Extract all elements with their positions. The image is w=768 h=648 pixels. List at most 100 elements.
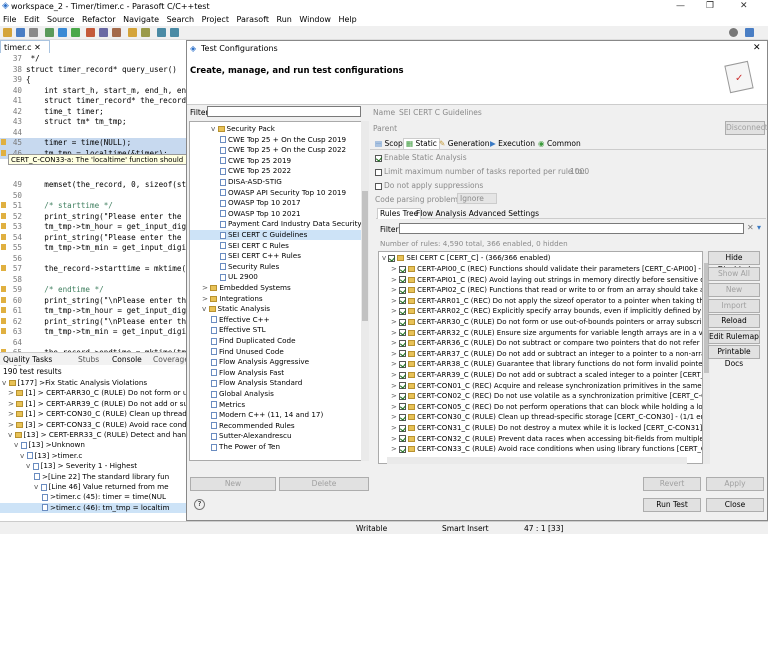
chevron-right-icon[interactable]: > (8, 420, 16, 429)
printable-docs-button[interactable]: Printable Docs (708, 345, 760, 368)
rule-item[interactable]: > CERT-CON31_C (RULE) Do not destroy a m… (379, 424, 702, 435)
config-tree-item[interactable]: Flow Analysis Standard (190, 378, 361, 388)
rule-item[interactable]: > CERT-ARR32_C (RULE) Ensure size argume… (379, 329, 702, 340)
new-rule-button[interactable]: New (708, 283, 760, 297)
print-icon[interactable] (29, 28, 38, 37)
code-line[interactable]: 61 tm_tmp->tm_hour = get_input_dig (0, 306, 186, 317)
limit-value[interactable]: 1000 (570, 167, 589, 176)
chevron-right-icon[interactable]: > (391, 392, 399, 400)
close-window-button[interactable]: ✕ (740, 1, 748, 11)
code-line[interactable]: 50 (0, 191, 186, 202)
result-tree-item[interactable]: v [177] >Fix Static Analysis Violations (0, 378, 186, 388)
tab-coverage[interactable]: Coverage (153, 355, 189, 364)
minimize-button[interactable]: — (676, 1, 685, 11)
chevron-right-icon[interactable]: > (8, 399, 16, 408)
menu-window[interactable]: Window (299, 15, 331, 24)
chevron-right-icon[interactable]: > (391, 265, 399, 273)
parsing-select[interactable]: Ignore (457, 193, 497, 204)
config-tree-item[interactable]: SEI CERT C Rules (190, 241, 361, 251)
folder-icon[interactable] (128, 28, 137, 37)
rule-checkbox[interactable] (399, 307, 407, 315)
config-tree-item[interactable]: > Embedded Systems (190, 283, 361, 293)
tab-execution[interactable]: ▶ Execution (488, 139, 537, 150)
rule-checkbox[interactable] (399, 435, 407, 443)
rule-checkbox[interactable] (399, 413, 407, 421)
menu-search[interactable]: Search (167, 15, 194, 24)
code-line[interactable]: 57 the_record->starttime = mktime( (0, 264, 186, 275)
chevron-right-icon[interactable]: > (391, 276, 399, 284)
code-line[interactable]: 49 memset(the_record, 0, sizeof(st (0, 180, 186, 191)
code-line[interactable]: 37 */ (0, 54, 186, 65)
rule-item[interactable]: > CERT-API02_C (REC) Functions that read… (379, 286, 702, 297)
rule-item[interactable]: > CERT-CON33_C (RULE) Avoid race conditi… (379, 445, 702, 456)
menu-run[interactable]: Run (277, 15, 292, 24)
code-line[interactable]: 53 tm_tmp->tm_hour = get_input_dig (0, 222, 186, 233)
rule-item[interactable]: > CERT-ARR38_C (RULE) Guarantee that lib… (379, 360, 702, 371)
search-icon[interactable] (99, 28, 108, 37)
result-tree-item[interactable]: >timer.c (46): tm_tmp = localtim (0, 502, 186, 513)
import-button[interactable]: Import (708, 299, 760, 313)
warning-marker-icon[interactable] (1, 317, 6, 324)
rule-checkbox[interactable] (399, 339, 407, 347)
config-tree-item[interactable]: UL 2900 (190, 272, 361, 282)
code-line[interactable]: 51 /* starttime */ (0, 201, 186, 212)
code-line[interactable]: 55 tm_tmp->tm_min = get_input_digi (0, 243, 186, 254)
config-tree[interactable]: v Security Pack CWE Top 25 + On the Cusp … (189, 121, 362, 461)
warning-marker-icon[interactable] (1, 139, 6, 145)
config-tree-item[interactable]: OWASP Top 10 2021 (190, 209, 361, 219)
result-tree-item[interactable]: > [3] > CERT-CON33_C (RULE) Avoid race c… (0, 420, 186, 430)
chevron-right-icon[interactable]: > (391, 403, 399, 411)
code-line[interactable]: 44 (0, 128, 186, 139)
chevron-right-icon[interactable]: > (391, 382, 399, 390)
code-line[interactable]: 56 (0, 254, 186, 265)
config-tree-item[interactable]: Modern C++ (11, 14 and 17) (190, 410, 361, 420)
config-tree-item[interactable]: v Static Analysis (190, 304, 361, 314)
perspective-icon[interactable] (745, 28, 754, 37)
result-tree-item[interactable]: v [13] > Severity 1 - Highest (0, 461, 186, 471)
code-line[interactable]: 54 print_string("Please enter the (0, 233, 186, 244)
rule-checkbox[interactable] (399, 424, 407, 432)
dialog-close-icon[interactable]: ✕ (753, 43, 761, 53)
no-suppress-checkbox[interactable] (375, 182, 382, 190)
result-tree-item[interactable]: >timer.c (45): timer = time(NUL (0, 492, 186, 502)
code-line[interactable]: 62 print_string("\nPlease enter th (0, 317, 186, 328)
result-tree-item[interactable]: v [Line 46] Value returned from me (0, 482, 186, 492)
close-dialog-button[interactable]: Close (706, 498, 764, 512)
config-tree-item[interactable]: Flow Analysis Aggressive (190, 357, 361, 367)
config-tree-item[interactable]: Find Duplicated Code (190, 336, 361, 346)
config-tree-item[interactable]: Recommended Rules (190, 421, 361, 431)
tab-stubs[interactable]: Stubs (78, 355, 99, 364)
menu-project[interactable]: Project (202, 15, 229, 24)
filter-options-icon[interactable]: ▾ (757, 223, 761, 232)
chevron-right-icon[interactable]: > (391, 413, 399, 421)
editor-tab-timer[interactable]: timer.c ✕ (0, 40, 50, 53)
edit-icon[interactable] (141, 28, 150, 37)
chevron-right-icon[interactable]: > (391, 339, 399, 347)
menu-refactor[interactable]: Refactor (82, 15, 116, 24)
no-suppress-option[interactable]: Do not apply suppressions (375, 181, 483, 190)
code-line[interactable]: 59 /* endtime */ (0, 285, 186, 296)
config-tree-item[interactable]: SEI CERT C Guidelines (190, 230, 361, 240)
subtab-flow-analysis[interactable]: Flow Analysis Advanced Settings (414, 209, 541, 220)
code-line[interactable]: 58 (0, 275, 186, 286)
rule-checkbox[interactable] (399, 360, 407, 368)
code-line[interactable]: 40 int start_h, start_m, end_h, en (0, 86, 186, 97)
warning-marker-icon[interactable] (1, 212, 6, 219)
result-tree-item[interactable]: v [13] >timer.c (0, 451, 186, 461)
chevron-right-icon[interactable]: > (391, 445, 399, 453)
config-tree-item[interactable]: Effective STL (190, 325, 361, 335)
warning-marker-icon[interactable] (1, 307, 6, 313)
back-icon[interactable] (157, 28, 166, 37)
save-icon[interactable] (16, 28, 25, 37)
rule-item[interactable]: > CERT-API00_C (REC) Functions should va… (379, 265, 702, 276)
config-tree-scroll-thumb[interactable] (362, 191, 368, 321)
warning-marker-icon[interactable] (1, 223, 6, 229)
rule-item[interactable]: > CERT-ARR36_C (RULE) Do not subtract or… (379, 339, 702, 350)
menu-parasoft[interactable]: Parasoft (237, 15, 269, 24)
menu-navigate[interactable]: Navigate (123, 15, 159, 24)
config-tree-item[interactable]: Metrics (190, 400, 361, 410)
config-tree-item[interactable]: CWE Top 25 2022 (190, 166, 361, 176)
rule-item[interactable]: > CERT-CON30_C (RULE) Clean up thread-sp… (379, 413, 702, 424)
config-tree-item[interactable]: Find Unused Code (190, 347, 361, 357)
rule-checkbox[interactable] (388, 254, 396, 262)
